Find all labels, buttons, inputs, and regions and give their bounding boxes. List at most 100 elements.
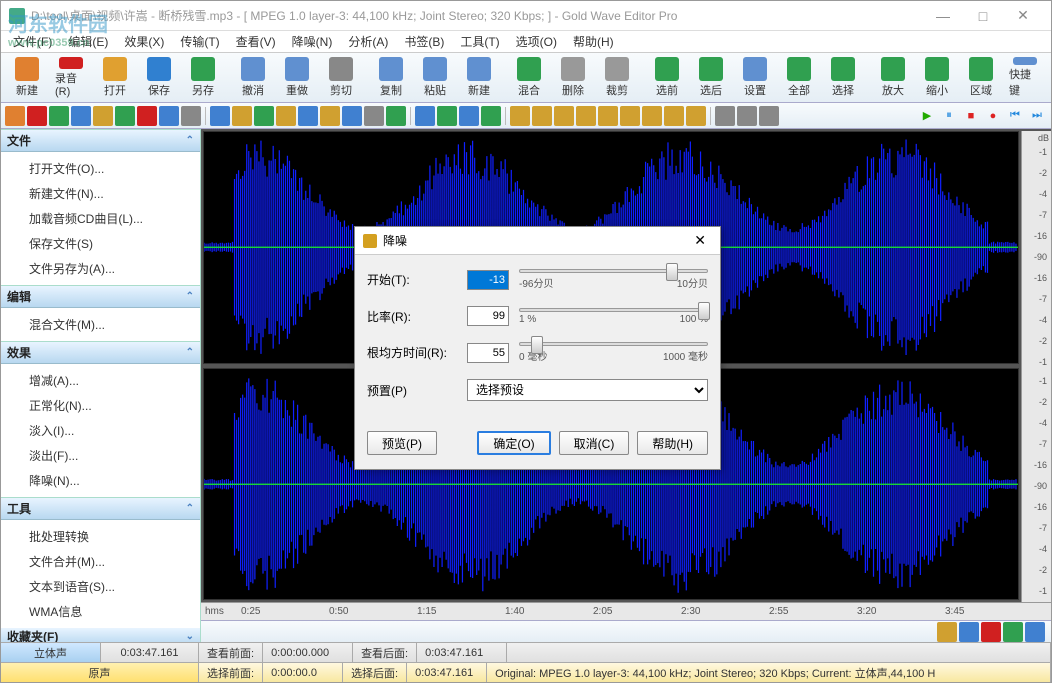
maximize-button[interactable]: □ [963,2,1003,30]
tool-icon[interactable] [181,106,201,126]
toolbar-button[interactable]: 设置 [733,55,777,100]
tool-icon[interactable] [576,106,596,126]
minimize-button[interactable]: — [923,2,963,30]
sidebar-section-header[interactable]: 编辑⌃ [1,286,200,308]
tool-icon[interactable] [49,106,69,126]
toolbar-button[interactable]: 剪切 [319,55,363,100]
help-button[interactable]: 帮助(H) [637,431,708,455]
rms-input[interactable] [467,343,509,363]
settings-icon[interactable] [1025,622,1045,642]
tool-icon[interactable] [386,106,406,126]
tool-icon[interactable] [532,106,552,126]
tool-icon[interactable] [298,106,318,126]
toolbar-button[interactable]: 裁剪 [595,55,639,100]
sidebar-item[interactable]: 正常化(N)... [1,393,200,418]
sidebar-item[interactable]: 降噪(N)... [1,468,200,493]
sidebar-item[interactable]: 打开文件(O)... [1,156,200,181]
menu-item[interactable]: 书签(B) [396,31,452,52]
timeline[interactable]: hms0:250:501:151:402:052:302:553:203:45 [201,602,1051,620]
menu-item[interactable]: 帮助(H) [565,31,622,52]
sidebar-item[interactable]: 文件合并(M)... [1,549,200,574]
toolbar-button[interactable]: 选前 [645,55,689,100]
toolbar-button[interactable]: 重做 [275,55,319,100]
tool-icon[interactable] [759,106,779,126]
toolbar-button[interactable]: 区域 [959,55,1003,100]
tool-icon[interactable] [664,106,684,126]
pause-button[interactable]: ⏸ [939,106,959,126]
tool-icon[interactable] [71,106,91,126]
menu-item[interactable]: 工具(T) [452,31,507,52]
sidebar-item[interactable]: 文件另存为(A)... [1,256,200,281]
rate-input[interactable] [467,306,509,326]
sidebar-section-header[interactable]: 文件⌃ [1,130,200,152]
rate-slider[interactable] [519,308,708,312]
toolbar-button[interactable]: 全部 [777,55,821,100]
tool-icon[interactable] [415,106,435,126]
rms-slider[interactable] [519,342,708,346]
tool-icon[interactable] [715,106,735,126]
sidebar-section-header[interactable]: 效果⌃ [1,342,200,364]
tool-icon[interactable] [210,106,230,126]
tool-icon[interactable] [320,106,340,126]
toolbar-button[interactable]: 删除 [551,55,595,100]
toolbar-button[interactable]: 录音(R) [49,55,93,100]
forward-icon[interactable]: ⏭ [1027,106,1047,126]
toolbar-button[interactable]: 快捷键 [1003,55,1047,100]
sidebar-item[interactable]: 混合文件(M)... [1,312,200,337]
sidebar-item[interactable]: 淡出(F)... [1,443,200,468]
toolbar-button[interactable]: 粘贴 [413,55,457,100]
flag-icon[interactable] [1003,622,1023,642]
sidebar-item[interactable]: 保存文件(S) [1,231,200,256]
marker-icon[interactable] [981,622,1001,642]
toolbar-button[interactable]: 放大 [871,55,915,100]
ok-button[interactable]: 确定(O) [477,431,550,455]
toolbar-button[interactable]: 复制 [369,55,413,100]
toolbar-button[interactable]: 另存 [181,55,225,100]
cancel-button[interactable]: 取消(C) [559,431,630,455]
sidebar-item[interactable]: 淡入(I)... [1,418,200,443]
toolbar-button[interactable]: 选择 [821,55,865,100]
dialog-close-button[interactable]: ✕ [688,230,712,251]
sidebar-item[interactable]: WMA信息 [1,599,200,624]
menu-item[interactable]: 选项(O) [508,31,565,52]
tool-icon[interactable] [115,106,135,126]
sidebar-item[interactable]: 增减(A)... [1,368,200,393]
zoom-in-icon[interactable] [937,622,957,642]
tool-icon[interactable] [364,106,384,126]
sidebar-section-header[interactable]: 工具⌃ [1,498,200,520]
rewind-icon[interactable]: ⏮ [1005,106,1025,126]
menu-item[interactable]: 降噪(N) [284,31,341,52]
start-slider[interactable] [519,269,708,273]
toolbar-button[interactable]: 混合 [507,55,551,100]
sidebar-item[interactable]: 新建文件(N)... [1,181,200,206]
tool-icon[interactable] [276,106,296,126]
tool-icon[interactable] [342,106,362,126]
sidebar-item[interactable]: 加载音频CD曲目(L)... [1,206,200,231]
toolbar-button[interactable]: 打开 [93,55,137,100]
menu-item[interactable]: 编辑(E) [60,31,116,52]
menu-item[interactable]: 分析(A) [340,31,396,52]
start-input[interactable] [467,270,509,290]
tool-icon[interactable] [620,106,640,126]
menu-item[interactable]: 查看(V) [228,31,284,52]
tool-icon[interactable] [459,106,479,126]
tool-icon[interactable] [598,106,618,126]
tool-icon[interactable] [254,106,274,126]
tool-icon[interactable] [27,106,47,126]
tool-icon[interactable] [554,106,574,126]
dialog-titlebar[interactable]: 降噪 ✕ [355,227,720,255]
record-button[interactable]: ● [983,106,1003,126]
tool-icon[interactable] [232,106,252,126]
tool-icon[interactable] [93,106,113,126]
tool-icon[interactable] [686,106,706,126]
close-button[interactable]: ✕ [1003,2,1043,30]
sidebar-favorites[interactable]: 收藏夹(F)⌄ [1,628,200,642]
toolbar-button[interactable]: 保存 [137,55,181,100]
toolbar-button[interactable]: 新建 [457,55,501,100]
sidebar-item[interactable]: 文本到语音(S)... [1,574,200,599]
toolbar-button[interactable]: 新建 [5,55,49,100]
toolbar-button[interactable]: 缩小 [915,55,959,100]
menu-item[interactable]: 文件(F) [5,31,60,52]
menu-item[interactable]: 效果(X) [116,31,172,52]
tool-icon[interactable] [737,106,757,126]
